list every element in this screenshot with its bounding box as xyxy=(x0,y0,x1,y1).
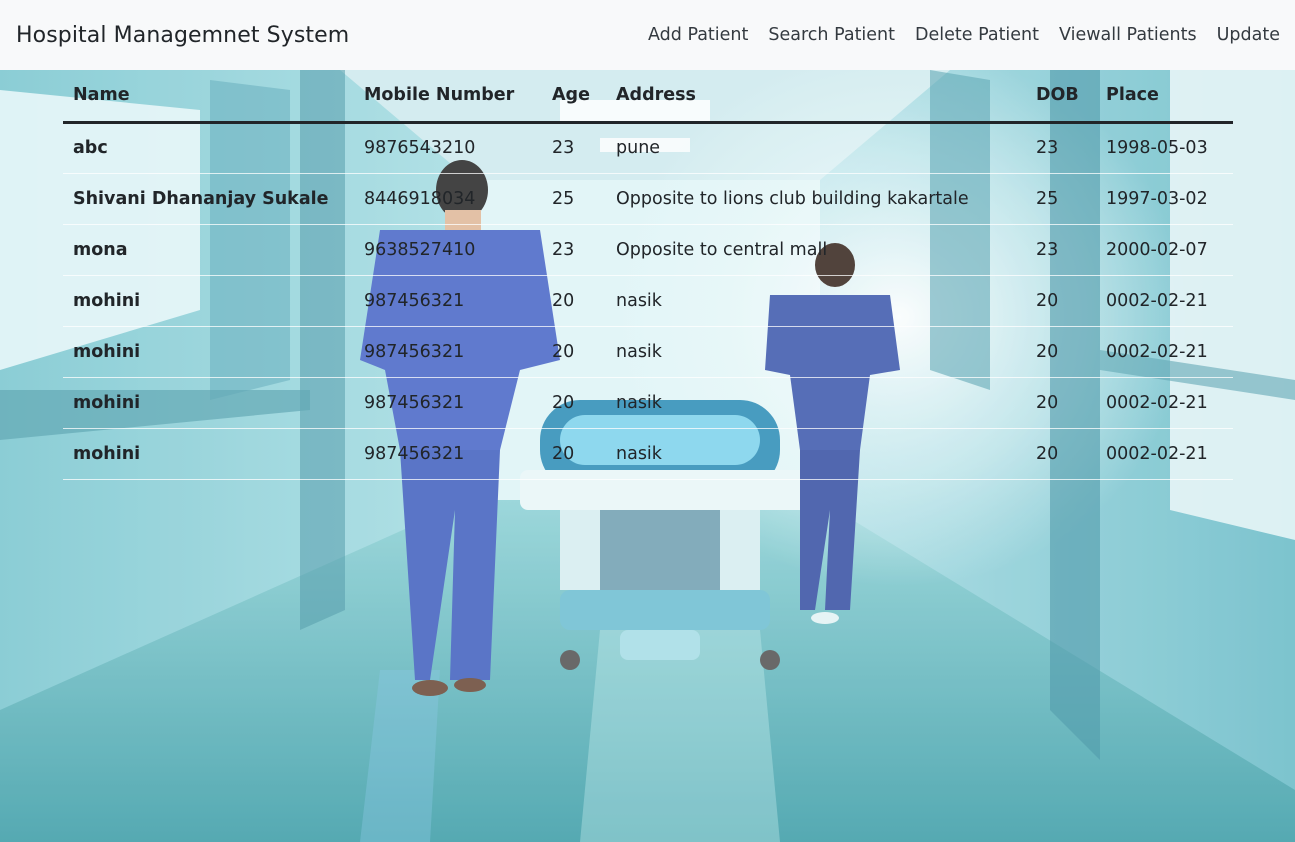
patients-table: Name Mobile Number Age Address DOB Place… xyxy=(63,70,1233,480)
cell-address: nasik xyxy=(606,274,1026,326)
table-header: Name Mobile Number Age Address DOB Place xyxy=(63,70,1233,124)
cell-dob: 20 xyxy=(1026,274,1096,326)
table-row: mohini 987456321 20 nasik 20 0002-02-21 xyxy=(63,325,1233,377)
cell-mobile-number: 987456321 xyxy=(354,274,542,326)
patients-table-container: Name Mobile Number Age Address DOB Place… xyxy=(63,70,1233,480)
cell-address: nasik xyxy=(606,325,1026,377)
cell-place: 1998-05-03 xyxy=(1096,121,1233,173)
cell-dob: 20 xyxy=(1026,376,1096,428)
table-row: mohini 987456321 20 nasik 20 0002-02-21 xyxy=(63,274,1233,326)
cell-place: 2000-02-07 xyxy=(1096,223,1233,275)
header-place: Place xyxy=(1096,70,1233,124)
header-name: Name xyxy=(63,70,354,124)
cell-name: mohini xyxy=(63,325,354,377)
cell-name: abc xyxy=(63,121,354,173)
table-header-row: Name Mobile Number Age Address DOB Place xyxy=(63,70,1233,124)
header-dob: DOB xyxy=(1026,70,1096,124)
header-age: Age xyxy=(542,70,606,124)
cell-dob: 25 xyxy=(1026,172,1096,224)
nav-search-patient[interactable]: Search Patient xyxy=(768,25,895,45)
nav-viewall-patients[interactable]: Viewall Patients xyxy=(1059,25,1197,45)
cell-address: nasik xyxy=(606,376,1026,428)
cell-dob: 20 xyxy=(1026,427,1096,480)
cell-mobile-number: 9876543210 xyxy=(354,121,542,173)
cell-mobile-number: 9638527410 xyxy=(354,223,542,275)
brand-title[interactable]: Hospital Managemnet System xyxy=(16,23,349,48)
nav-update[interactable]: Update xyxy=(1217,25,1280,45)
cell-mobile-number: 987456321 xyxy=(354,376,542,428)
cell-name: mohini xyxy=(63,427,354,480)
cell-place: 0002-02-21 xyxy=(1096,376,1233,428)
cell-age: 23 xyxy=(542,121,606,173)
cell-age: 23 xyxy=(542,223,606,275)
cell-dob: 23 xyxy=(1026,223,1096,275)
nav-delete-patient[interactable]: Delete Patient xyxy=(915,25,1039,45)
nav-add-patient[interactable]: Add Patient xyxy=(648,25,748,45)
cell-age: 20 xyxy=(542,376,606,428)
table-row: mohini 987456321 20 nasik 20 0002-02-21 xyxy=(63,427,1233,480)
cell-address: nasik xyxy=(606,427,1026,480)
cell-address: pune xyxy=(606,121,1026,173)
cell-age: 20 xyxy=(542,274,606,326)
header-address: Address xyxy=(606,70,1026,124)
navbar: Hospital Managemnet System Add Patient S… xyxy=(0,0,1295,70)
cell-name: mona xyxy=(63,223,354,275)
table-row: mona 9638527410 23 Opposite to central m… xyxy=(63,223,1233,275)
cell-place: 1997-03-02 xyxy=(1096,172,1233,224)
cell-name: Shivani Dhananjay Sukale xyxy=(63,172,354,224)
cell-name: mohini xyxy=(63,376,354,428)
cell-dob: 23 xyxy=(1026,121,1096,173)
cell-age: 20 xyxy=(542,325,606,377)
header-mobile-number: Mobile Number xyxy=(354,70,542,124)
cell-place: 0002-02-21 xyxy=(1096,427,1233,480)
cell-mobile-number: 987456321 xyxy=(354,427,542,480)
cell-mobile-number: 8446918034 xyxy=(354,172,542,224)
table-row: mohini 987456321 20 nasik 20 0002-02-21 xyxy=(63,376,1233,428)
cell-place: 0002-02-21 xyxy=(1096,325,1233,377)
cell-place: 0002-02-21 xyxy=(1096,274,1233,326)
cell-name: mohini xyxy=(63,274,354,326)
table-row: Shivani Dhananjay Sukale 8446918034 25 O… xyxy=(63,172,1233,224)
nav-links: Add Patient Search Patient Delete Patien… xyxy=(648,25,1280,45)
cell-mobile-number: 987456321 xyxy=(354,325,542,377)
table-row: abc 9876543210 23 pune 23 1998-05-03 xyxy=(63,121,1233,173)
cell-dob: 20 xyxy=(1026,325,1096,377)
cell-age: 20 xyxy=(542,427,606,480)
cell-address: Opposite to central mall xyxy=(606,223,1026,275)
cell-address: Opposite to lions club building kakartal… xyxy=(606,172,1026,224)
cell-age: 25 xyxy=(542,172,606,224)
table-body: abc 9876543210 23 pune 23 1998-05-03 Shi… xyxy=(63,121,1233,480)
